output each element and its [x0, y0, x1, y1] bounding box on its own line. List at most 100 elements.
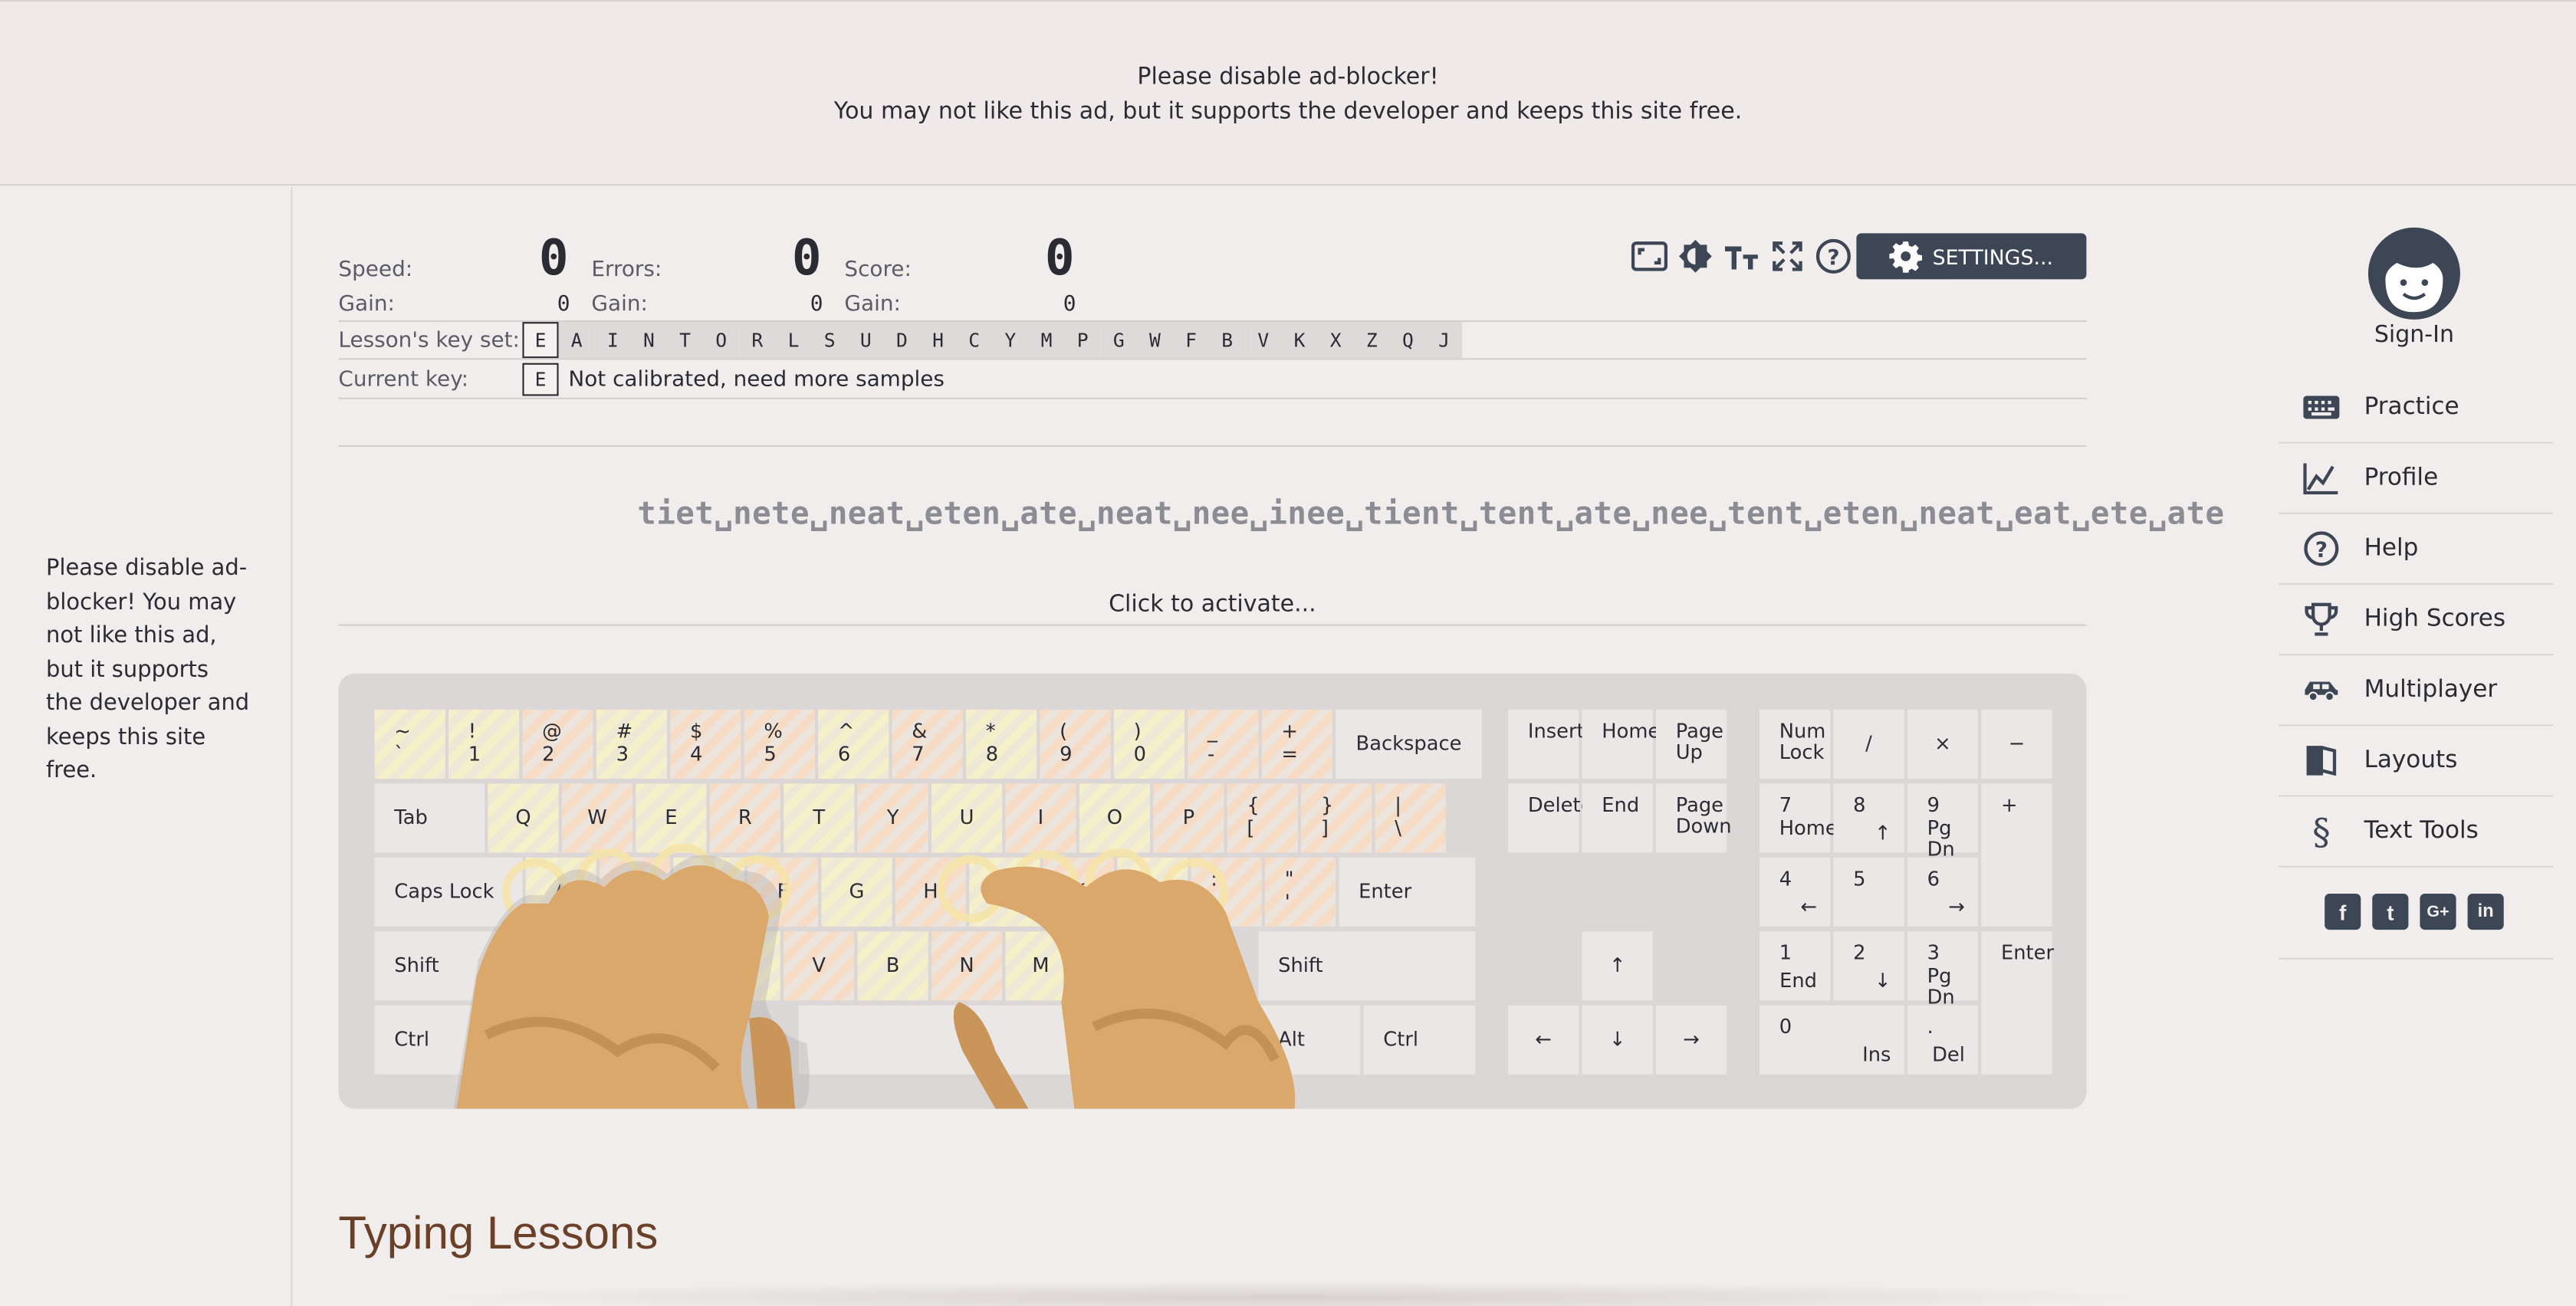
- numpad-2-key[interactable]: 2 ↓: [1833, 931, 1904, 1001]
- numpad-8-key[interactable]: 8 ↑: [1833, 783, 1904, 853]
- key-S[interactable]: S: [600, 857, 671, 927]
- numpad-divide-key[interactable]: /: [1833, 709, 1904, 779]
- key-R[interactable]: R: [709, 783, 780, 853]
- numpad-0-key[interactable]: 0 Ins: [1760, 1005, 1904, 1075]
- key-Q[interactable]: Q: [488, 783, 559, 853]
- key-Y[interactable]: Y: [857, 783, 928, 853]
- key-O[interactable]: O: [1079, 783, 1150, 853]
- key-I[interactable]: I: [1005, 783, 1076, 853]
- key-symbol[interactable]: :;: [1191, 857, 1262, 927]
- numpad-multiply-key[interactable]: ×: [1907, 709, 1978, 779]
- expand-icon[interactable]: [1768, 237, 1807, 276]
- key-8[interactable]: * 8: [966, 709, 1037, 779]
- key-symbol[interactable]: " ': [1265, 857, 1336, 927]
- key-`[interactable]: ~ `: [374, 709, 445, 779]
- font-size-icon[interactable]: [1722, 237, 1761, 276]
- key-symbol[interactable]: | \: [1375, 783, 1446, 853]
- numpad-minus-key[interactable]: −: [1981, 709, 2052, 779]
- key-T[interactable]: T: [784, 783, 855, 853]
- sidebar-item-multiplayer[interactable]: Multiplayer: [2279, 655, 2553, 727]
- key-H[interactable]: H: [895, 857, 966, 927]
- key-V[interactable]: V: [784, 931, 855, 1001]
- key-5[interactable]: % 5: [744, 709, 815, 779]
- signin-link[interactable]: Sign-In: [2252, 322, 2576, 348]
- right-ctrl-key[interactable]: Ctrl: [1363, 1005, 1476, 1075]
- sidebar-item-high-scores[interactable]: High Scores: [2279, 585, 2553, 656]
- key-U[interactable]: U: [932, 783, 1003, 853]
- key-Z[interactable]: Z: [561, 931, 632, 1001]
- arrow-left-key[interactable]: ←: [1508, 1005, 1579, 1075]
- key-3[interactable]: #3: [596, 709, 667, 779]
- enter-key[interactable]: Enter: [1339, 857, 1476, 927]
- space-key[interactable]: [798, 1005, 1256, 1075]
- sidebar-item-text-tools[interactable]: § Text Tools: [2279, 797, 2553, 868]
- key--[interactable]: _ -: [1188, 709, 1259, 779]
- key-C[interactable]: C: [709, 931, 780, 1001]
- arrow-up-key[interactable]: ↑: [1582, 931, 1653, 1001]
- google-plus-icon[interactable]: G+: [2420, 894, 2456, 930]
- numpad-7-key[interactable]: 7 Home: [1760, 783, 1838, 853]
- twitter-icon[interactable]: t: [2372, 894, 2409, 930]
- key-L[interactable]: L: [1117, 857, 1188, 927]
- num-lock-key[interactable]: Num Lock: [1760, 709, 1831, 779]
- key-M[interactable]: M: [1005, 931, 1076, 1001]
- key-2[interactable]: @2: [522, 709, 593, 779]
- left-ctrl-key[interactable]: Ctrl: [374, 1005, 485, 1075]
- key-4[interactable]: $4: [670, 709, 741, 779]
- key-P[interactable]: P: [1153, 783, 1224, 853]
- key-symbol[interactable]: {[: [1227, 783, 1298, 853]
- sidebar-item-layouts[interactable]: Layouts: [2279, 726, 2553, 797]
- numpad-enter-key[interactable]: Enter: [1981, 931, 2054, 1075]
- key-G[interactable]: G: [821, 857, 892, 927]
- numpad-3-key[interactable]: 3 Pg Dn: [1907, 931, 1978, 1008]
- settings-button[interactable]: SETTINGS...: [1856, 233, 2087, 280]
- right-shift-key[interactable]: Shift: [1258, 931, 1476, 1001]
- key-J[interactable]: J: [969, 857, 1040, 927]
- theme-icon[interactable]: [1676, 237, 1715, 276]
- key-A[interactable]: A: [525, 857, 596, 927]
- key-W[interactable]: W: [561, 783, 632, 853]
- numpad-dot-key[interactable]: . Del: [1907, 1005, 1978, 1075]
- caps-lock-key[interactable]: Caps Lock: [374, 857, 523, 927]
- lesson-text[interactable]: tiet␣nete␣neat␣eten␣ate␣neat␣nee␣inee␣ti…: [637, 493, 2224, 536]
- page-down-key[interactable]: Page Down: [1656, 783, 1732, 853]
- key-9[interactable]: (9: [1040, 709, 1111, 779]
- end-key[interactable]: End: [1582, 783, 1653, 853]
- key-7[interactable]: & 7: [892, 709, 963, 779]
- arrow-down-key[interactable]: ↓: [1582, 1005, 1653, 1075]
- numpad-plus-key[interactable]: +: [1981, 783, 2052, 927]
- numpad-9-key[interactable]: 9 Pg Dn: [1907, 783, 1978, 860]
- numpad-1-key[interactable]: 1 End: [1760, 931, 1831, 1001]
- help-circle-icon[interactable]: ?: [1814, 237, 1853, 276]
- left-shift-key[interactable]: Shift: [374, 931, 559, 1001]
- tab-key[interactable]: Tab: [374, 783, 485, 853]
- fullscreen-box-icon[interactable]: [1630, 237, 1669, 276]
- facebook-icon[interactable]: f: [2325, 894, 2361, 930]
- delete-key[interactable]: Delete: [1508, 783, 1592, 853]
- key-6[interactable]: ^ 6: [818, 709, 889, 779]
- key-X[interactable]: X: [636, 931, 707, 1001]
- key-0[interactable]: ) 0: [1113, 709, 1184, 779]
- activate-prompt[interactable]: Click to activate...: [338, 592, 2086, 618]
- key-1[interactable]: ! 1: [449, 709, 520, 779]
- home-key[interactable]: Home: [1582, 709, 1660, 779]
- sidebar-item-profile[interactable]: Profile: [2279, 444, 2553, 514]
- key-F[interactable]: F: [747, 857, 819, 927]
- numpad-6-key[interactable]: 6 →: [1907, 857, 1978, 927]
- avatar[interactable]: [2367, 227, 2461, 320]
- numpad-4-key[interactable]: 4 ←: [1760, 857, 1831, 927]
- key-symbol[interactable]: }]: [1301, 783, 1372, 853]
- sidebar-item-help[interactable]: ? Help: [2279, 514, 2553, 586]
- sidebar-item-practice[interactable]: Practice: [2279, 373, 2553, 444]
- linkedin-icon[interactable]: in: [2467, 894, 2504, 930]
- arrow-right-key[interactable]: →: [1656, 1005, 1727, 1075]
- key-B[interactable]: B: [857, 931, 928, 1001]
- backspace-key[interactable]: Backspace: [1336, 709, 1482, 779]
- key-D[interactable]: D: [673, 857, 744, 927]
- key-K[interactable]: K: [1043, 857, 1114, 927]
- numpad-5-key[interactable]: 5: [1833, 857, 1904, 927]
- insert-key[interactable]: Insert: [1508, 709, 1585, 779]
- key-E[interactable]: E: [636, 783, 707, 853]
- page-up-key[interactable]: Page Up: [1656, 709, 1727, 779]
- alt-key[interactable]: Alt: [1258, 1005, 1361, 1075]
